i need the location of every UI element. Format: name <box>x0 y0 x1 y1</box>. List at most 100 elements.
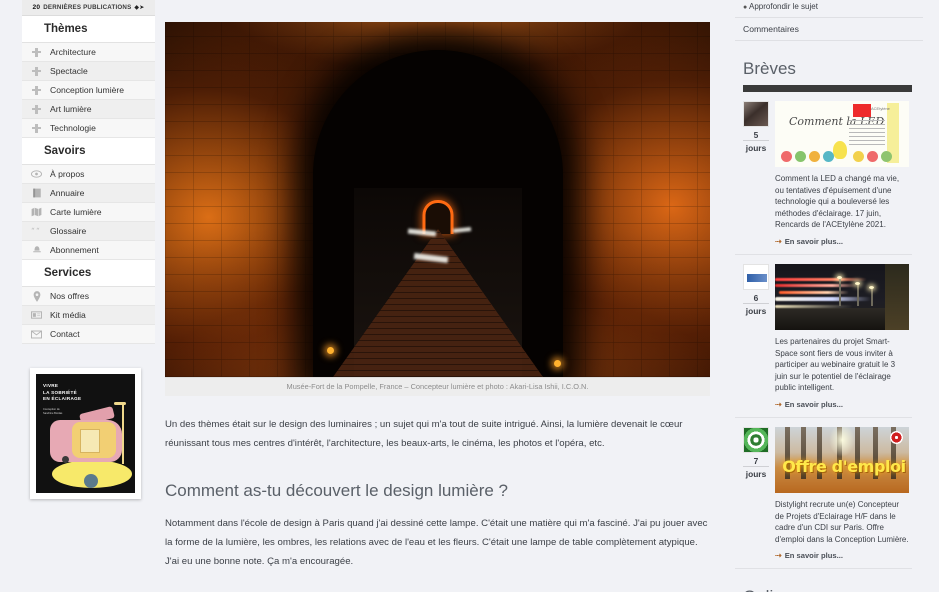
thumb-light-trail <box>775 283 857 287</box>
ad-publisher-logo <box>84 474 98 488</box>
latest-publications-count: 20 <box>32 4 41 11</box>
thumb-dot <box>881 151 892 162</box>
breves-title: Brèves <box>743 59 796 78</box>
breve-days: 7 <box>743 453 769 467</box>
sidebar-item-contact[interactable]: Contact <box>22 325 155 344</box>
sidebar-item-nos-offres[interactable]: Nos offres <box>22 287 155 306</box>
sidebar-item-label: À propos <box>50 169 85 179</box>
thumb-lamp-head <box>855 281 860 285</box>
pin-icon <box>30 290 43 303</box>
plus-icon <box>30 122 43 135</box>
arrow-right-icon: ⇢ <box>775 236 782 246</box>
article-figure: Musée-Fort de la Pompelle, France – Conc… <box>165 22 725 396</box>
breve-days-unit: jours <box>745 468 767 479</box>
sidebar-item-glossaire[interactable]: ““ Glossaire <box>22 222 155 241</box>
breve-body: Les partenaires du projet Smart-Space so… <box>775 263 912 409</box>
ground-light-dot <box>554 360 561 367</box>
sidebar-item-label: Contact <box>50 329 80 339</box>
breve-meta: 5 jours <box>743 101 769 246</box>
breve-more-link[interactable]: ⇢ En savoir plus... <box>775 400 912 409</box>
right-sidebar: ● Approfondir le sujet Commentaires Brèv… <box>735 0 929 592</box>
sidebar-item-art-lumiere[interactable]: Art lumière <box>22 100 155 119</box>
breve-meta: 7 jours <box>743 426 769 560</box>
plus-icon <box>30 84 43 97</box>
thumb-overlay-text: Offre d'emploi <box>782 456 906 476</box>
thumb-dot <box>781 151 792 162</box>
bullet-icon: ● <box>743 4 748 11</box>
plus-icon <box>30 103 43 116</box>
green-target-avatar <box>743 426 769 453</box>
bell-icon <box>30 244 43 257</box>
plus-icon <box>30 46 43 59</box>
sidebar-advertisement[interactable]: VIVRE LA SOBRIÉTÉ EN ÉCLAIRAGE Conceptio… <box>22 368 155 499</box>
sidebar-nav-savoirs: Savoirs À propos Annuaire Carte lumière <box>22 138 155 260</box>
breve-more-link[interactable]: ⇢ En savoir plus... <box>775 237 912 246</box>
thumb-lamp-head <box>837 275 842 279</box>
diamond-arrow-icon: ◆➤ <box>134 5 145 11</box>
sidebar-item-spectacle[interactable]: Spectacle <box>22 62 155 81</box>
thumb-trees <box>885 263 909 330</box>
plus-icon <box>30 65 43 78</box>
thumb-badge-icon <box>890 430 903 444</box>
thumb-light-trail <box>775 304 853 308</box>
thumb-sun-glow <box>829 426 855 457</box>
breve-item[interactable]: 5 jours ACEtylène Comment la LED Comment… <box>735 92 912 255</box>
quote-icon: ““ <box>30 225 43 238</box>
thumb-brand-text: ACEtylène <box>871 106 890 111</box>
svg-text:“: “ <box>31 227 35 235</box>
thumb-street-lamp <box>871 287 873 306</box>
sidebar-item-label: Kit média <box>50 310 86 320</box>
breve-item[interactable]: 7 jours Offre d'emploi Distylight recrut… <box>735 418 912 570</box>
svg-text:“: “ <box>36 227 40 235</box>
sidebar-item-label: Annuaire <box>50 188 85 198</box>
breve-more-label: En savoir plus... <box>784 399 843 409</box>
sidebar-item-kit-media[interactable]: Kit média <box>22 306 155 325</box>
article-photo <box>165 22 710 377</box>
sidebar-heading-themes: Thèmes <box>22 16 155 43</box>
article-heading: Comment as-tu découvert le design lumièr… <box>165 481 508 500</box>
breve-days-unit: jours <box>745 305 767 316</box>
thumb-light-trail <box>775 277 867 281</box>
breve-item[interactable]: 6 jours Les partenaires du projet Smart-… <box>735 255 912 418</box>
sidebar-item-a-propos[interactable]: À propos <box>22 165 155 184</box>
sidebar-item-label: Glossaire <box>50 226 87 236</box>
sidebar-item-label: Architecture <box>50 47 96 57</box>
sidebar-item-conception-lumiere[interactable]: Conception lumière <box>22 81 155 100</box>
ad-caravan-wheel <box>62 456 69 463</box>
card-icon <box>30 309 43 322</box>
left-sidebar: 20 DERNIÈRES PUBLICATIONS ◆➤ Thèmes Arch… <box>0 0 155 592</box>
breve-more-label: En savoir plus... <box>784 236 843 246</box>
main-content: Musée-Fort de la Pompelle, France – Conc… <box>155 0 735 592</box>
sidebar-item-annuaire[interactable]: Annuaire <box>22 184 155 203</box>
offre-emploi-thumb[interactable]: Offre d'emploi <box>775 426 909 493</box>
map-icon <box>30 206 43 219</box>
breve-more-link[interactable]: ⇢ En savoir plus... <box>775 551 912 560</box>
approfondir-link[interactable]: ● Approfondir le sujet <box>735 0 923 17</box>
sidebar-item-architecture[interactable]: Architecture <box>22 43 155 62</box>
sidebar-item-technologie[interactable]: Technologie <box>22 119 155 138</box>
latest-publications-label: DERNIÈRES PUBLICATIONS <box>43 4 132 11</box>
thumb-dot <box>853 151 864 162</box>
thumb-bulb-icon <box>833 141 847 159</box>
latest-publications-bar[interactable]: 20 DERNIÈRES PUBLICATIONS ◆➤ <box>22 0 155 16</box>
sidebar-item-label: Abonnement <box>50 245 99 255</box>
breve-text: Les partenaires du projet Smart-Space so… <box>775 336 896 393</box>
portrait-avatar <box>743 101 769 127</box>
sidebar-item-abonnement[interactable]: Abonnement <box>22 241 155 260</box>
online-title: Online <box>735 569 923 592</box>
ad-card[interactable]: VIVRE LA SOBRIÉTÉ EN ÉCLAIRAGE Conceptio… <box>30 368 141 499</box>
light-trails-road-thumb[interactable] <box>775 263 909 330</box>
breve-days: 5 <box>743 127 769 141</box>
led-infographic-thumb[interactable]: ACEtylène Comment la LED <box>775 101 909 167</box>
breve-body: ACEtylène Comment la LED Comment la LED … <box>775 101 912 246</box>
commentaires-label: Commentaires <box>743 24 799 34</box>
sidebar-item-carte-lumiere[interactable]: Carte lumière <box>22 203 155 222</box>
thumb-dot <box>867 151 878 162</box>
thumb-street-lamp <box>839 277 841 306</box>
sidebar-item-label: Carte lumière <box>50 207 102 217</box>
commentaires-link[interactable]: Commentaires <box>735 17 923 41</box>
envelope-icon <box>30 328 43 341</box>
arrow-right-icon: ⇢ <box>775 399 782 409</box>
breve-days-unit: jours <box>745 143 767 153</box>
sidebar-nav-services: Services Nos offres Kit média Contact <box>22 260 155 344</box>
